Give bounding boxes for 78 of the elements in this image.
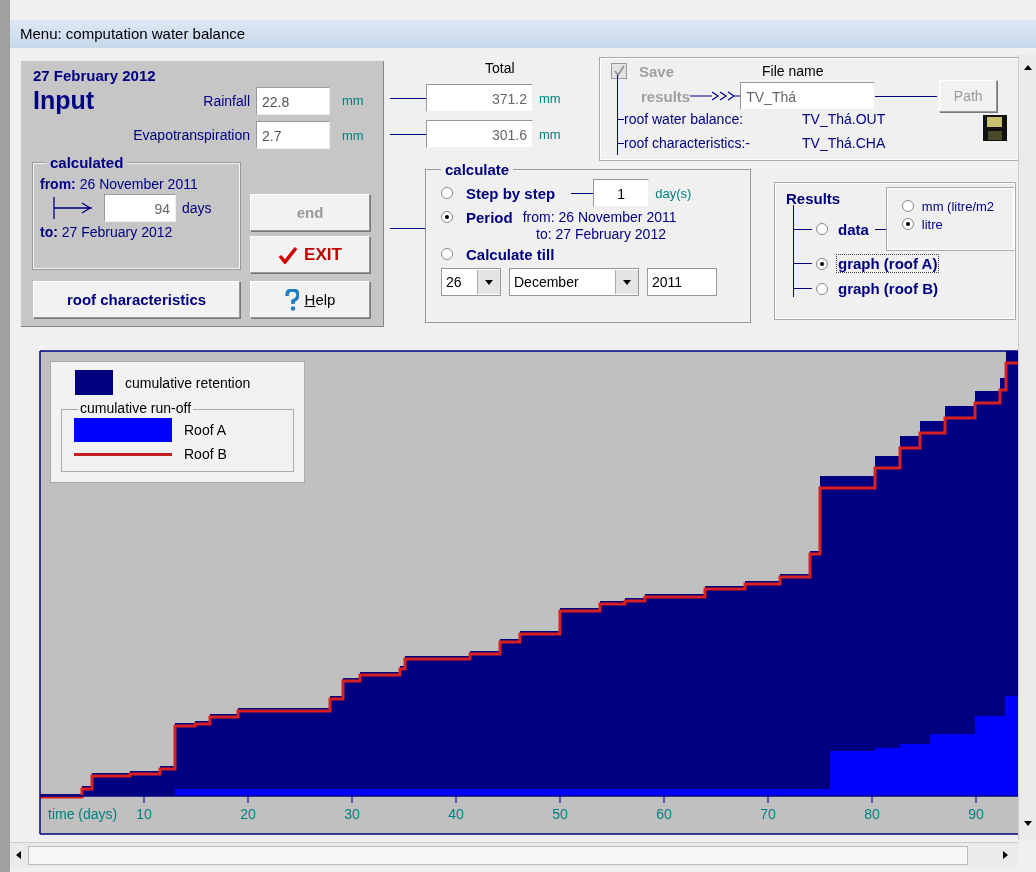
help-button[interactable]: Help: [250, 281, 370, 318]
input-field[interactable]: 2.7: [256, 121, 330, 149]
radio-button[interactable]: [441, 248, 453, 260]
group-title: calculate: [441, 161, 514, 178]
days-field[interactable]: 94: [104, 194, 176, 222]
radio-button[interactable]: [816, 282, 828, 295]
from-date: from: 26 November 2011: [40, 176, 199, 192]
scroll-down-icon[interactable]: [1024, 821, 1032, 826]
field-label: Rainfall: [203, 92, 250, 109]
radio-button[interactable]: [441, 187, 453, 199]
axis-tick-label: 20: [240, 806, 256, 822]
axis-tick-label: 80: [864, 806, 880, 822]
horizontal-scrollbar[interactable]: [10, 842, 1018, 867]
date-label: 27 February 2012: [33, 67, 157, 84]
output-file-name: TV_Thá.CHA: [802, 135, 886, 151]
radio-button[interactable]: [901, 218, 914, 230]
retention-swatch: [75, 370, 113, 395]
unit-label: days: [182, 200, 212, 216]
axis-tick-label: 70: [760, 806, 776, 822]
unit-label: mm: [539, 90, 562, 106]
field-label: Evapotranspiration: [133, 127, 250, 143]
input-heading: Input: [33, 86, 95, 115]
input-field[interactable]: 22.8: [256, 86, 330, 115]
unit-label: day(s): [655, 185, 692, 201]
option-label: Step by step: [466, 184, 556, 202]
results-label: results: [641, 87, 691, 105]
unit-label: mm: [539, 126, 562, 142]
month-dropdown[interactable]: December: [509, 268, 639, 296]
exit-button[interactable]: EXIT: [250, 236, 370, 273]
legend-group-title: cumulative run-off: [78, 400, 193, 416]
axis-tick-label: 40: [448, 806, 464, 822]
scroll-up-icon[interactable]: [1024, 65, 1032, 70]
option-label: graph (roof A): [836, 254, 940, 273]
total-field: 371.2: [426, 84, 533, 112]
radio-button[interactable]: [441, 211, 453, 223]
legend-label: cumulative retention: [125, 374, 251, 391]
vertical-scrollbar[interactable]: [1018, 55, 1036, 840]
results-title: Results: [786, 190, 841, 207]
unit-label: mm: [342, 127, 365, 143]
axis-tick-label: 60: [656, 806, 672, 822]
period-to: to: 27 February 2012: [536, 226, 667, 242]
save-label: Save: [639, 62, 675, 80]
output-file-name: TV_Thá.OUT: [802, 111, 886, 127]
arrow-icon: [690, 90, 741, 102]
axis-tick-label: 30: [344, 806, 360, 822]
scroll-left-icon[interactable]: [16, 851, 21, 859]
unit-label: mm: [342, 93, 365, 108]
radio-button[interactable]: [816, 257, 828, 270]
option-label: Period: [466, 208, 513, 226]
question-mark-icon: [284, 288, 299, 311]
roof-characteristics-button[interactable]: roof characteristics: [33, 281, 240, 318]
legend-label: Roof A: [184, 422, 227, 438]
axis-tick-label: 50: [552, 806, 568, 822]
group-title: calculated: [46, 154, 128, 171]
option-label: data: [837, 219, 870, 239]
axis-title: time (days): [48, 806, 118, 822]
window-title: Menu: computation water balance: [10, 20, 1036, 48]
step-field[interactable]: 1: [593, 179, 650, 207]
option-label: mm (litre/m2: [921, 198, 995, 214]
total-heading: Total: [485, 60, 516, 78]
radio-button[interactable]: [816, 223, 828, 235]
year-field[interactable]: 2011: [647, 268, 717, 296]
legend-label: Roof B: [184, 446, 227, 462]
axis-tick-label: 10: [136, 806, 152, 822]
to-date: to: 27 February 2012: [40, 224, 174, 240]
option-label: Calculate till: [466, 245, 555, 263]
total-field: 301.6: [426, 120, 533, 148]
output-label: roof characteristics:-: [624, 135, 752, 151]
axis-tick-label: 90: [968, 806, 984, 822]
file-name-label: File name: [762, 63, 824, 79]
day-dropdown[interactable]: 26: [441, 268, 501, 296]
radio-button[interactable]: [901, 200, 914, 212]
option-label: litre: [921, 216, 943, 232]
output-label: roof water balance:: [624, 111, 745, 127]
scroll-right-icon[interactable]: [1003, 851, 1008, 859]
period-from: from: 26 November 2011: [522, 209, 677, 225]
checkmark-icon: [278, 245, 299, 264]
option-label: graph (roof B): [837, 279, 939, 298]
